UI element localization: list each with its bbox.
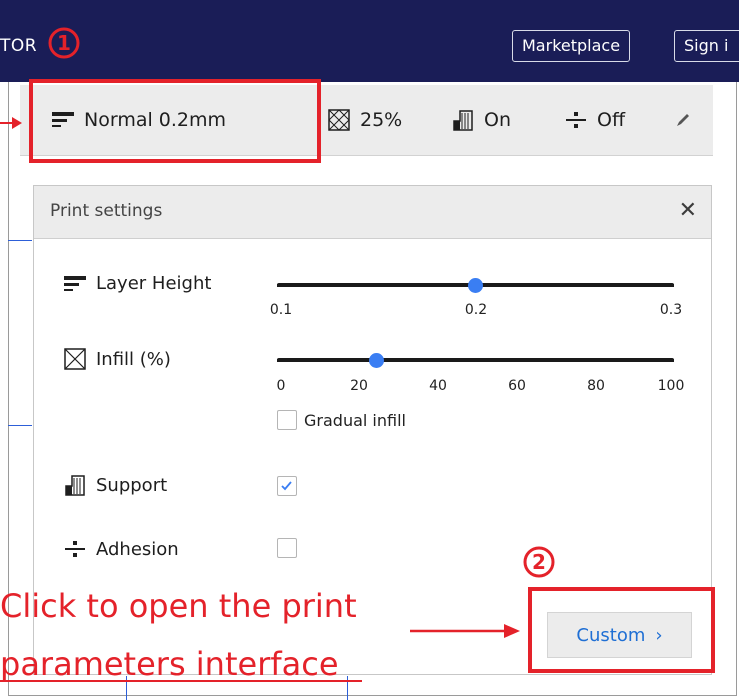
- slider-tick: [395, 359, 398, 362]
- support-icon: [65, 475, 85, 496]
- annotation-underline: [0, 680, 362, 682]
- adhesion-row-label: Adhesion: [64, 538, 179, 560]
- slider-tick: [316, 359, 319, 362]
- checkmark-icon: [281, 481, 292, 491]
- app-brand-title: TOR: [0, 36, 38, 56]
- layer-height-label: Layer Height: [96, 273, 212, 294]
- toolbar-edit[interactable]: [675, 85, 701, 155]
- slider-tick: [671, 284, 674, 287]
- adhesion-label: Off: [597, 109, 626, 131]
- slider-tick: [513, 359, 516, 362]
- annotation-marker-1-icon: 1: [48, 27, 80, 59]
- close-icon[interactable]: ✕: [679, 198, 697, 223]
- sign-in-button[interactable]: Sign i: [674, 30, 739, 62]
- layer-height-tick-label: 0.2: [464, 302, 488, 318]
- toolbar-support[interactable]: On: [452, 85, 511, 155]
- infill-icon: [64, 348, 86, 370]
- slider-tick: [632, 359, 635, 362]
- annotation-arrow-right-icon: [410, 624, 520, 638]
- slider-tick: [277, 284, 280, 287]
- toolbar-infill[interactable]: 25%: [328, 85, 402, 155]
- annotation-text-line-2: parameters interface: [0, 645, 339, 683]
- slider-tick: [553, 359, 556, 362]
- adhesion-icon: [566, 112, 586, 128]
- annotation-arrow-left-icon: [0, 117, 22, 129]
- layer-height-row-label: Layer Height: [64, 273, 211, 294]
- slider-tick: [671, 359, 674, 362]
- infill-tick-label: 20: [350, 378, 368, 394]
- adhesion-checkbox[interactable]: [277, 538, 297, 558]
- slider-tick: [277, 359, 280, 362]
- infill-label: 25%: [360, 109, 403, 131]
- pencil-icon: [677, 114, 689, 126]
- annotation-marker-2-number: 2: [532, 550, 546, 574]
- gradual-infill-checkbox[interactable]: [277, 410, 297, 430]
- support-label: Support: [96, 474, 168, 496]
- toolbar-adhesion[interactable]: Off: [565, 85, 625, 155]
- header-bar: TOR Marketplace Sign i: [0, 0, 739, 82]
- gradual-infill-label: Gradual infill: [304, 411, 406, 430]
- slider-tick: [474, 359, 477, 362]
- annotation-marker-1-number: 1: [57, 31, 71, 55]
- support-label: On: [484, 109, 511, 131]
- annotation-marker-2-icon: 2: [523, 546, 555, 578]
- layer-height-tick-label: 0.3: [659, 302, 683, 318]
- infill-tick-label: 100: [657, 378, 685, 394]
- background-model-line: [8, 240, 32, 241]
- support-row-label: Support: [64, 474, 167, 496]
- annotation-box-1: [29, 79, 321, 163]
- infill-handle[interactable]: [368, 353, 384, 368]
- adhesion-icon: [65, 541, 85, 557]
- support-icon: [453, 110, 473, 131]
- support-checkbox[interactable]: [277, 476, 297, 496]
- layer-height-handle[interactable]: [468, 278, 483, 293]
- infill-tick-label: 60: [508, 378, 526, 394]
- infill-tick-label: 80: [587, 378, 605, 394]
- panel-title: Print settings: [50, 201, 163, 221]
- annotation-box-2: [528, 587, 715, 673]
- infill-label: Infill (%): [96, 348, 171, 370]
- background-model-line: [8, 425, 32, 426]
- panel-header: Print settings ✕: [34, 186, 711, 239]
- layer-height-icon: [64, 275, 86, 291]
- slider-tick: [592, 359, 595, 362]
- marketplace-button[interactable]: Marketplace: [512, 30, 631, 62]
- slider-tick: [435, 359, 438, 362]
- annotation-text-line-1: Click to open the print: [0, 587, 357, 625]
- slider-tick: [356, 359, 359, 362]
- infill-icon: [328, 109, 350, 131]
- infill-row-label: Infill (%): [64, 348, 171, 370]
- layer-height-tick-label: 0.1: [269, 302, 293, 318]
- infill-tick-label: 0: [276, 378, 286, 394]
- infill-tick-label: 40: [429, 378, 447, 394]
- adhesion-label: Adhesion: [96, 538, 179, 560]
